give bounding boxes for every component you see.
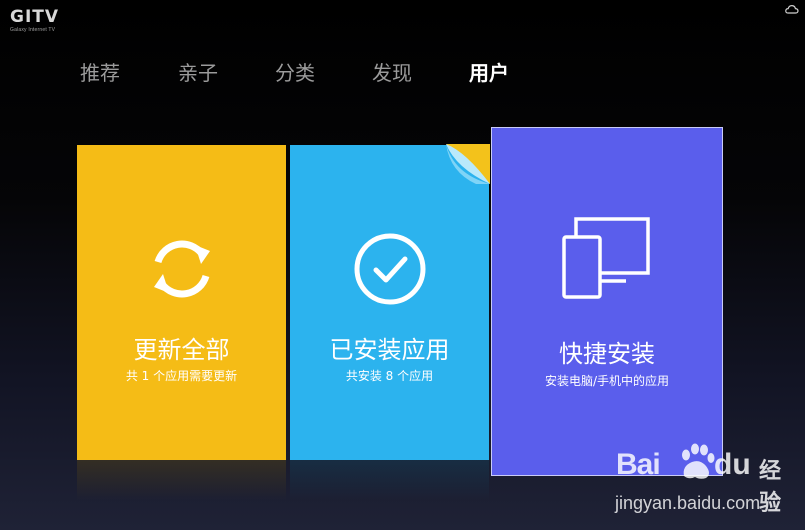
card-title: 更新全部: [133, 336, 230, 364]
watermark-product: 经验: [759, 459, 782, 516]
watermark-brand-right: du: [714, 448, 751, 481]
card-title: 已安装应用: [329, 336, 450, 364]
check-circle-icon: [354, 233, 425, 305]
refresh-icon: [153, 240, 210, 298]
watermark-brand-left: Bai: [616, 448, 661, 481]
baidu-jingyan-watermark: Bai du 经验 jingyan.baidu.com: [604, 438, 800, 520]
watermark-url: jingyan.baidu.com: [615, 493, 761, 513]
card-subtitle: 共安装 8 个应用: [345, 369, 434, 383]
baidu-paw-icon: [682, 443, 715, 479]
card-title: 快捷安装: [559, 340, 655, 368]
quick-install-card[interactable]: 快捷安装 安装电脑/手机中的应用: [491, 127, 723, 476]
devices-icon: [562, 217, 650, 299]
card-subtitle: 安装电脑/手机中的应用: [544, 374, 670, 388]
page-curl-icon: [446, 144, 490, 184]
update-all-card[interactable]: 更新全部 共 1 个应用需要更新: [77, 145, 286, 460]
installed-apps-card[interactable]: 已安装应用 共安装 8 个应用: [290, 144, 490, 460]
card-subtitle: 共 1 个应用需要更新: [125, 369, 238, 383]
